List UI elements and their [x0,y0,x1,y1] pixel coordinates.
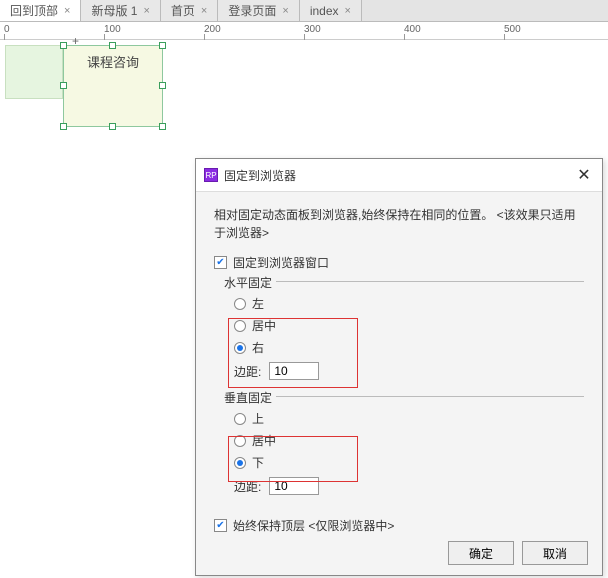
tab-label: 回到顶部 [10,2,58,19]
close-icon[interactable]: ✕ [574,165,594,185]
shape-selected[interactable]: 课程咨询 [63,45,163,127]
ruler-tick: 100 [104,24,121,35]
dialog-titlebar[interactable]: RP 固定到浏览器 ✕ [196,159,602,192]
button-label: 确定 [469,545,493,562]
resize-handle[interactable] [60,123,67,130]
tab-login[interactable]: 登录页面 × [218,0,299,21]
radio-icon[interactable] [234,342,246,354]
radio-label: 右 [252,339,264,356]
resize-handle[interactable] [109,42,116,49]
radio-label: 居中 [252,317,276,334]
tab-label: 新母版 1 [91,2,137,19]
radio-icon[interactable] [234,457,246,469]
radio-icon[interactable] [234,320,246,332]
tab-bar: 回到顶部 × 新母版 1 × 首页 × 登录页面 × index × [0,0,608,22]
dialog-title: 固定到浏览器 [224,167,574,184]
dialog-body: 相对固定动态面板到浏览器,始终保持在相同的位置。 <该效果只适用于浏览器> ✔ … [196,192,602,558]
radio-label: 下 [252,454,264,471]
resize-handle[interactable] [159,42,166,49]
dialog-footer: 确定 取消 [448,541,588,565]
pin-checkbox-row[interactable]: ✔ 固定到浏览器窗口 [214,254,584,271]
close-icon[interactable]: × [64,5,70,17]
radio-v-center[interactable]: 居中 [234,432,584,449]
keep-top-row[interactable]: ✔ 始终保持顶层 <仅限浏览器中> [214,517,584,534]
tab-back-to-top[interactable]: 回到顶部 × [0,0,81,21]
shape-green[interactable] [5,45,63,99]
tab-index[interactable]: index × [300,0,362,21]
tab-home[interactable]: 首页 × [161,0,218,21]
resize-handle[interactable] [60,82,67,89]
checkbox-icon[interactable]: ✔ [214,519,227,532]
ruler-horizontal: 0 100 200 300 400 500 [0,22,608,40]
dialog-description: 相对固定动态面板到浏览器,始终保持在相同的位置。 <该效果只适用于浏览器> [214,206,584,242]
shape-label: 课程咨询 [64,52,162,71]
radio-right[interactable]: 右 [234,339,584,356]
close-icon[interactable]: × [201,5,207,17]
margin-label: 边距: [234,478,261,495]
checkbox-label: 始终保持顶层 <仅限浏览器中> [233,517,394,534]
group-label: 垂直固定 [220,389,276,406]
tab-label: 首页 [171,2,195,19]
v-margin-row: 边距: [234,477,584,495]
ok-button[interactable]: 确定 [448,541,514,565]
radio-bottom[interactable]: 下 [234,454,584,471]
radio-icon[interactable] [234,298,246,310]
horizontal-group: 水平固定 左 居中 右 边距: [220,281,584,386]
close-icon[interactable]: × [345,5,351,17]
checkbox-icon[interactable]: ✔ [214,256,227,269]
h-margin-input[interactable] [269,362,319,380]
radio-icon[interactable] [234,413,246,425]
margin-label: 边距: [234,363,261,380]
resize-handle[interactable] [159,82,166,89]
radio-label: 上 [252,410,264,427]
tab-label: 登录页面 [228,2,276,19]
radio-icon[interactable] [234,435,246,447]
radio-label: 左 [252,295,264,312]
ruler-tick: 200 [204,24,221,35]
tab-label: index [310,4,339,18]
tab-master[interactable]: 新母版 1 × [81,0,160,21]
radio-label: 居中 [252,432,276,449]
h-margin-row: 边距: [234,362,584,380]
cancel-button[interactable]: 取消 [522,541,588,565]
ruler-tick: 400 [404,24,421,35]
resize-handle[interactable] [109,123,116,130]
close-icon[interactable]: × [282,5,288,17]
vertical-group: 垂直固定 上 居中 下 边距: [220,396,584,501]
resize-handle[interactable] [60,42,67,49]
group-label: 水平固定 [220,274,276,291]
resize-handle[interactable] [159,123,166,130]
close-icon[interactable]: × [143,5,149,17]
radio-top[interactable]: 上 [234,410,584,427]
rotate-handle[interactable] [72,34,82,44]
checkbox-label: 固定到浏览器窗口 [233,254,329,271]
radio-h-center[interactable]: 居中 [234,317,584,334]
ruler-tick: 300 [304,24,321,35]
radio-left[interactable]: 左 [234,295,584,312]
pin-dialog: RP 固定到浏览器 ✕ 相对固定动态面板到浏览器,始终保持在相同的位置。 <该效… [195,158,603,576]
button-label: 取消 [543,545,567,562]
v-margin-input[interactable] [269,477,319,495]
ruler-tick: 500 [504,24,521,35]
app-icon: RP [204,168,218,182]
